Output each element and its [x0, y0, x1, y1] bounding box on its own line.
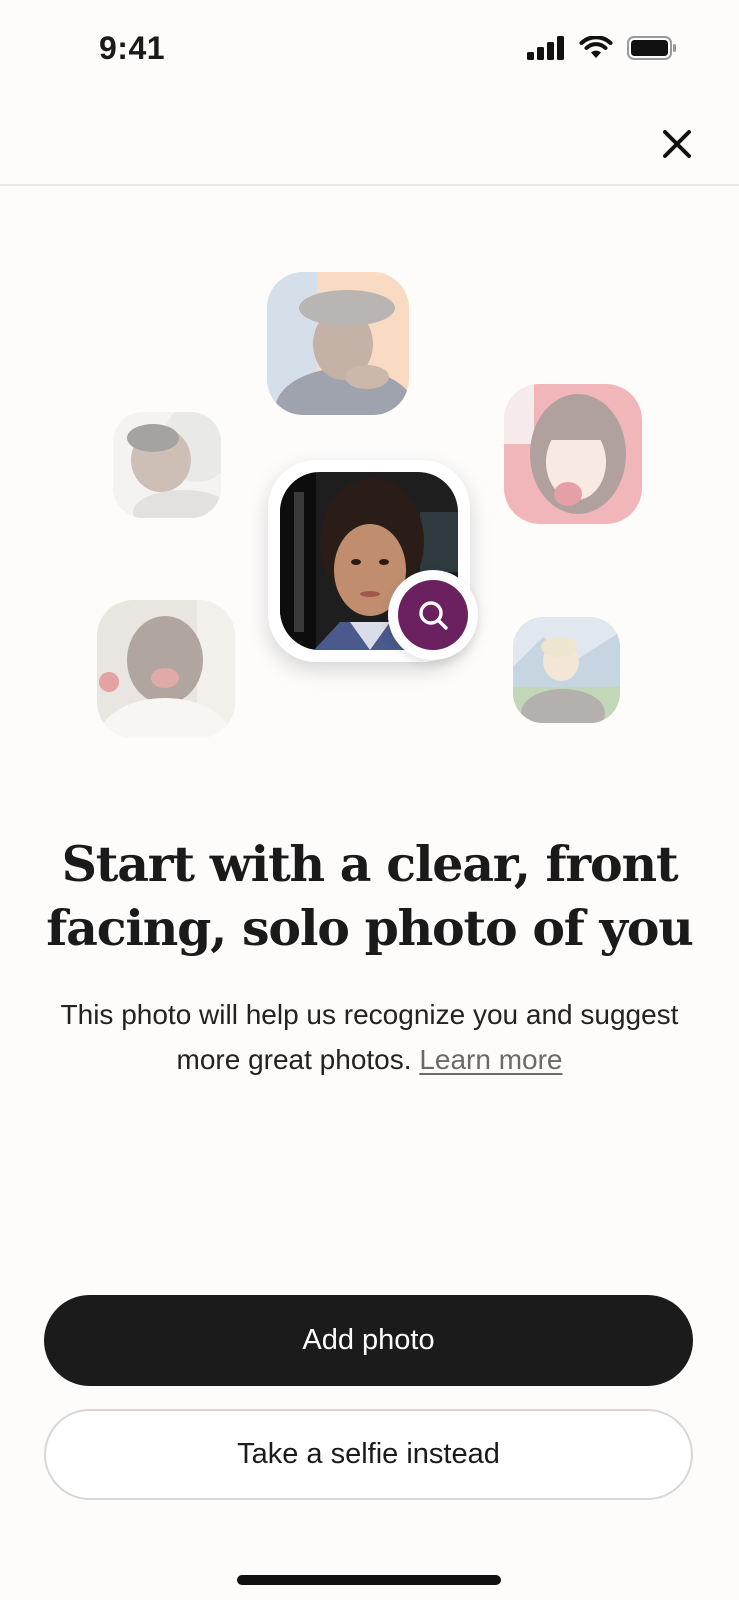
modal-header: [0, 100, 739, 186]
description-body: This photo will help us recognize you an…: [60, 999, 679, 1075]
description-text: This photo will help us recognize you an…: [60, 992, 679, 1082]
status-time: 9:41: [99, 30, 166, 66]
photo-person-man-laughing: [97, 600, 235, 738]
close-icon: [663, 130, 691, 158]
status-bar: 9:41: [0, 0, 739, 100]
search-badge: [388, 570, 478, 660]
photo-person-man-lying: [113, 412, 221, 518]
battery-icon: [627, 36, 676, 60]
photo-person-outdoor-blond: [513, 617, 620, 723]
photo-person-red-hair: [504, 384, 642, 524]
close-button[interactable]: [655, 122, 699, 166]
take-selfie-button[interactable]: Take a selfie instead: [44, 1409, 693, 1500]
photo-person-hat: [267, 272, 409, 415]
page-title: Start with a clear, front facing, solo p…: [46, 835, 694, 957]
wifi-icon: [579, 36, 613, 58]
status-icons: [527, 36, 677, 60]
learn-more-link[interactable]: Learn more: [419, 1044, 562, 1075]
search-badge-inner: [398, 580, 468, 650]
search-icon: [419, 601, 448, 630]
home-indicator: [237, 1575, 501, 1585]
add-photo-button[interactable]: Add photo: [44, 1295, 693, 1386]
signal-icon: [527, 36, 564, 60]
